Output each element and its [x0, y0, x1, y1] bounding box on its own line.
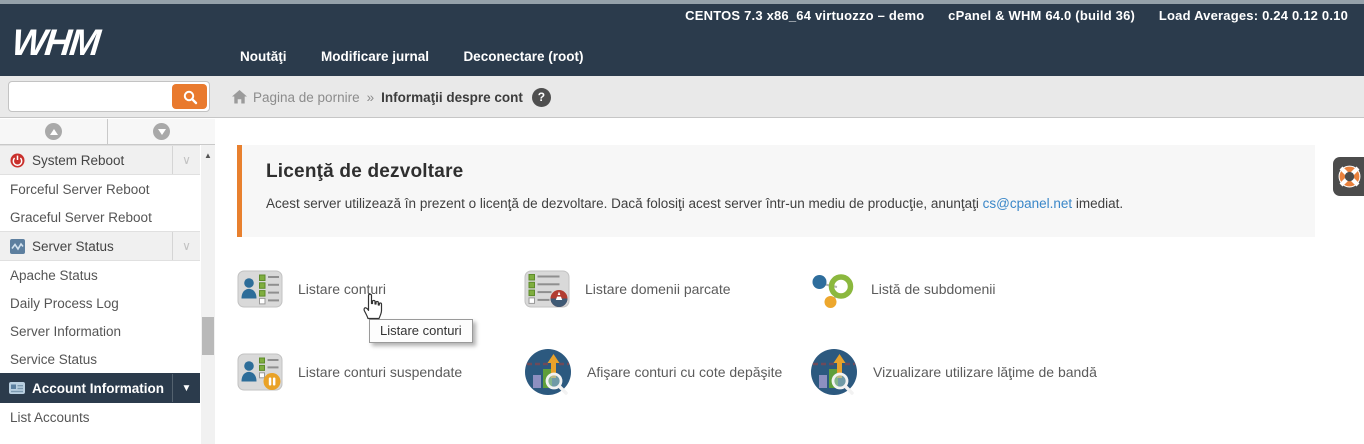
support-tab[interactable]	[1333, 157, 1364, 196]
header: CENTOS 7.3 x86_64 virtuozzo – demo cPane…	[0, 0, 1364, 76]
sidebar-scroll-controls	[0, 119, 215, 145]
feature-bandwidth-usage[interactable]: Vizualizare utilizare lăţime de bandă	[810, 348, 1327, 396]
notice-text-tail: imediat.	[1072, 196, 1124, 211]
feature-list-subdomains[interactable]: Listă de subdomenii	[810, 268, 1327, 310]
circle-down-arrow-icon	[153, 123, 170, 140]
sidebar-item-apache-status[interactable]: Apache Status	[0, 261, 200, 289]
load-averages: Load Averages: 0.24 0.12 0.10	[1158, 8, 1348, 23]
tooltip: Listare conturi	[369, 319, 473, 343]
nav-item-logout[interactable]: Deconectare (root)	[463, 49, 583, 64]
version-info: cPanel & WHM 64.0 (build 36)	[948, 8, 1136, 23]
system-info: CENTOS 7.3 x86_64 virtuozzo – demo	[685, 8, 925, 23]
hand-cursor-icon	[363, 293, 383, 320]
suspended-accounts-icon	[237, 353, 283, 391]
scroll-up-button[interactable]	[0, 119, 108, 144]
search-box	[8, 81, 210, 112]
development-license-notice: Licenţă de dezvoltare Acest server utili…	[237, 145, 1315, 237]
server-info-bar: CENTOS 7.3 x86_64 virtuozzo – demo cPane…	[665, 8, 1348, 23]
status-chart-icon	[9, 238, 25, 254]
circle-up-arrow-icon	[45, 123, 62, 140]
feature-list-parked-domains[interactable]: Listare domenii parcate	[524, 268, 810, 310]
cpanel-email-link[interactable]: cs@cpanel.net	[983, 196, 1073, 211]
whm-logo[interactable]: WHM	[10, 22, 101, 64]
breadcrumb-home-link[interactable]: Pagina de pornire	[232, 90, 360, 105]
breadcrumb-bar: Pagina de pornire » Informaţii despre co…	[0, 76, 1364, 118]
feature-label: Listare conturi suspendate	[298, 363, 463, 380]
scrollbar-thumb[interactable]	[202, 317, 214, 355]
search-icon	[183, 90, 197, 104]
nav-item-change-log[interactable]: Modificare jurnal	[321, 49, 429, 64]
bandwidth-usage-icon	[811, 349, 857, 395]
notice-text: Acest server utilizează în prezent o lic…	[266, 196, 983, 211]
feature-label: Listare domenii parcate	[585, 280, 731, 297]
help-icon[interactable]: ?	[531, 87, 551, 107]
nav-item-news[interactable]: Noutăţi	[240, 49, 287, 64]
sidebar-scrollbar[interactable]: ▲	[201, 145, 215, 444]
id-card-icon	[9, 380, 25, 396]
lifebuoy-icon	[1338, 165, 1361, 188]
sidebar-item-graceful-server-reboot[interactable]: Graceful Server Reboot	[0, 203, 200, 231]
sidebar-group-server-status[interactable]: Server Status ∨	[0, 231, 200, 261]
window-top-edge	[0, 0, 1364, 4]
scroll-down-button[interactable]	[108, 119, 215, 144]
search-input[interactable]	[15, 83, 170, 110]
sidebar: System Reboot ∨ Forceful Server Reboot G…	[0, 119, 215, 444]
feature-label: Afişare conturi cu cote depăşite	[587, 363, 783, 380]
chevron-down-icon[interactable]: ∨	[172, 146, 200, 174]
chevron-expanded-icon[interactable]: ▼	[172, 374, 200, 402]
feature-label: Listă de subdomenii	[871, 280, 996, 297]
breadcrumb-current: Informaţii despre cont	[381, 89, 523, 105]
sidebar-group-label: Account Information	[32, 380, 164, 396]
breadcrumb-separator: »	[366, 89, 375, 105]
home-icon	[232, 90, 247, 104]
sidebar-group-label: Server Status	[32, 238, 114, 254]
feature-list-suspended-accounts[interactable]: Listare conturi suspendate	[237, 348, 524, 396]
breadcrumb: Pagina de pornire » Informaţii despre co…	[232, 76, 551, 118]
sidebar-group-account-information[interactable]: Account Information ▼	[0, 373, 200, 403]
feature-label: Vizualizare utilizare lăţime de bandă	[873, 363, 1097, 380]
sidebar-item-service-status[interactable]: Service Status	[0, 345, 200, 373]
parked-domains-icon	[524, 270, 570, 308]
quota-exceeded-icon	[525, 349, 571, 395]
chevron-down-icon[interactable]: ∨	[172, 232, 200, 260]
sidebar-group-label: System Reboot	[32, 152, 125, 168]
scrollbar-up-arrow-icon[interactable]: ▲	[201, 145, 215, 160]
power-icon	[9, 152, 25, 168]
main-nav: Noutăţi Modificare jurnal Deconectare (r…	[240, 48, 613, 66]
sidebar-item-daily-process-log[interactable]: Daily Process Log	[0, 289, 200, 317]
sidebar-item-server-information[interactable]: Server Information	[0, 317, 200, 345]
feature-quota-exceeded[interactable]: Afişare conturi cu cote depăşite	[524, 348, 810, 396]
sidebar-group-system-reboot[interactable]: System Reboot ∨	[0, 145, 200, 175]
breadcrumb-home-label: Pagina de pornire	[253, 89, 360, 105]
notice-title: Licenţă de dezvoltare	[266, 161, 464, 182]
sidebar-menu: System Reboot ∨ Forceful Server Reboot G…	[0, 145, 200, 431]
subdomains-icon	[812, 274, 854, 308]
account-list-icon	[237, 270, 283, 308]
sidebar-item-forceful-server-reboot[interactable]: Forceful Server Reboot	[0, 175, 200, 203]
sidebar-item-list-accounts[interactable]: List Accounts	[0, 403, 200, 431]
notice-body: Acest server utilizează în prezent o lic…	[266, 196, 1291, 211]
search-button[interactable]	[172, 84, 207, 109]
